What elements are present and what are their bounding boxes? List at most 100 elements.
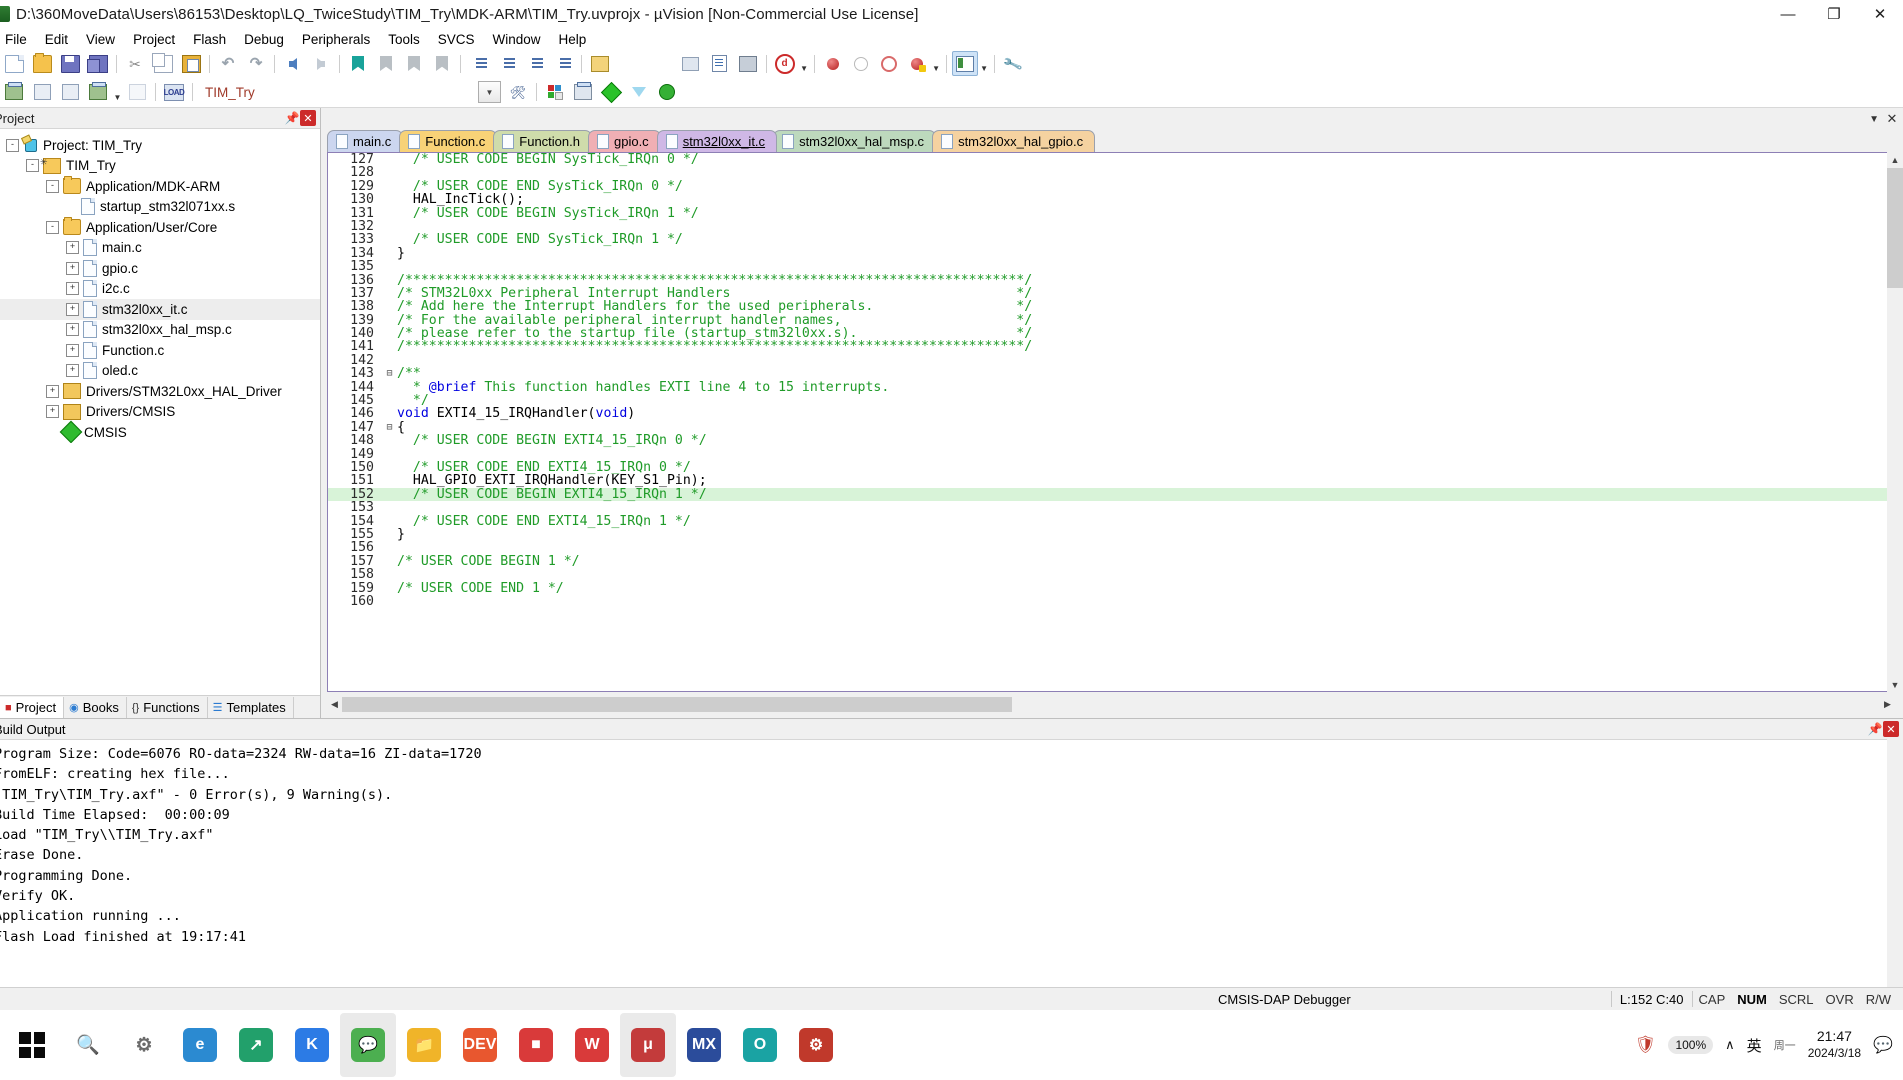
bookmark-prev-icon[interactable] — [373, 51, 399, 76]
tree-item[interactable]: + stm32l0xx_it.c — [0, 299, 320, 320]
tree-item[interactable]: - Project: TIM_Try — [0, 135, 320, 156]
tree-item[interactable]: + Drivers/STM32L0xx_HAL_Driver — [0, 381, 320, 402]
manage-windows-icon[interactable] — [951, 51, 978, 76]
scroll-down-icon[interactable]: ▼ — [1887, 677, 1903, 692]
breakpoint-disable-all-icon[interactable] — [876, 51, 902, 76]
menu-item-edit[interactable]: Edit — [36, 30, 77, 49]
menu-item-help[interactable]: Help — [550, 30, 596, 49]
code-line[interactable]: 151 HAL_GPIO_EXTI_IRQHandler(KEY_S1_Pin)… — [328, 474, 1894, 488]
menu-item-view[interactable]: View — [77, 30, 124, 49]
bookmark-clear-icon[interactable] — [429, 51, 455, 76]
edge-browser[interactable]: e — [172, 1013, 228, 1077]
ime-indicator[interactable]: 英 — [1747, 1035, 1762, 1056]
menu-item-peripherals[interactable]: Peripherals — [293, 30, 379, 49]
expand-toggle-icon[interactable]: + — [66, 302, 79, 316]
project-pane-close-icon[interactable]: ✕ — [300, 110, 316, 126]
breakpoint-kill-all-icon[interactable] — [904, 51, 930, 76]
collapse-toggle-icon[interactable]: - — [6, 138, 19, 152]
notification-icon[interactable]: 💬 — [1873, 1035, 1893, 1055]
collapse-toggle-icon[interactable]: - — [46, 179, 59, 193]
editor-horizontal-scrollbar[interactable]: ◀ ▶ — [327, 696, 1895, 712]
file-explorer[interactable]: 📁 — [396, 1013, 452, 1077]
serial-assistant[interactable]: ⚙ — [788, 1013, 844, 1077]
expand-toggle-icon[interactable]: + — [66, 364, 79, 378]
code-line[interactable]: 140 /* please refer to the startup file (… — [328, 327, 1894, 341]
expand-toggle-icon[interactable]: + — [66, 241, 79, 255]
report-icon[interactable] — [707, 51, 733, 76]
tray-caret-icon[interactable]: ∧ — [1725, 1037, 1735, 1053]
code-line[interactable]: 136 /************************************… — [328, 273, 1894, 287]
editor-vscroll-thumb[interactable] — [1887, 168, 1903, 288]
menu-item-flash[interactable]: Flash — [184, 30, 235, 49]
debug-dropdown-caret-icon[interactable]: ▼ — [799, 50, 810, 77]
tree-item[interactable]: startup_stm32l071xx.s — [0, 197, 320, 218]
editor-tab-main-c[interactable]: main.c — [327, 130, 404, 152]
hscroll-track[interactable] — [342, 696, 1880, 712]
comment-icon[interactable] — [522, 51, 548, 76]
expand-toggle-icon[interactable]: + — [46, 384, 59, 398]
scroll-right-icon[interactable]: ▶ — [1880, 696, 1895, 712]
tree-item[interactable]: + Function.c — [0, 340, 320, 361]
stm32cubemx[interactable]: MX — [676, 1013, 732, 1077]
build-output-pin-icon[interactable]: 📌 — [1867, 721, 1883, 737]
window-icon[interactable] — [678, 51, 704, 76]
project-pane-tab-books[interactable]: ◉ Books — [64, 697, 127, 718]
tree-item[interactable]: + main.c — [0, 238, 320, 259]
editor-tab-stm32l0xx-it-c[interactable]: stm32l0xx_it.c — [656, 130, 778, 152]
tree-item[interactable]: CMSIS — [0, 420, 320, 443]
find-icon[interactable] — [735, 51, 761, 76]
code-line[interactable]: 142 — [328, 353, 1894, 367]
build-output-text[interactable]: Program Size: Code=6076 RO-data=2324 RW-… — [0, 740, 1903, 947]
tree-item[interactable]: - TIM_Try — [0, 156, 320, 177]
expand-toggle-icon[interactable]: + — [66, 323, 79, 337]
project-pane-tab-project[interactable]: ■ Project — [0, 697, 65, 718]
taskbar-clock[interactable]: 21:47 2024/3/18 — [1808, 1028, 1861, 1062]
target-combo[interactable]: TIM_Try — [203, 82, 353, 102]
code-lines[interactable]: 127 /* USER CODE BEGIN SysTick_IRQn 0 */… — [328, 153, 1894, 691]
pack-installer-icon[interactable] — [570, 80, 596, 105]
code-line[interactable]: 139 /* For the available peripheral inter… — [328, 313, 1894, 327]
scroll-left-icon[interactable]: ◀ — [327, 696, 342, 712]
expand-toggle-icon[interactable]: + — [46, 405, 59, 419]
download-icon[interactable]: LOAD — [161, 80, 187, 105]
run-to-cursor-icon[interactable] — [626, 80, 652, 105]
editor-tab-gpio-c[interactable]: gpio.c — [587, 130, 661, 152]
tree-item[interactable]: + stm32l0xx_hal_msp.c — [0, 320, 320, 341]
breakpoint-dropdown-caret-icon[interactable]: ▼ — [931, 50, 942, 77]
file-transfer-app[interactable]: ↗ — [228, 1013, 284, 1077]
code-line[interactable]: 158 — [328, 568, 1894, 582]
expand-toggle-icon[interactable]: + — [66, 343, 79, 357]
menu-item-window[interactable]: Window — [483, 30, 549, 49]
code-line[interactable]: 157 /* USER CODE BEGIN 1 */ — [328, 554, 1894, 568]
tree-item[interactable]: + i2c.c — [0, 279, 320, 300]
code-editor[interactable]: 127 /* USER CODE BEGIN SysTick_IRQn 0 */… — [327, 152, 1895, 692]
rebuild-icon[interactable] — [57, 80, 83, 105]
code-line[interactable]: 148 /* USER CODE BEGIN EXTI4_15_IRQn 0 *… — [328, 434, 1894, 448]
editor-tab-function-c[interactable]: Function.c — [399, 130, 498, 152]
fold-toggle-icon[interactable]: ⊟ — [382, 367, 397, 380]
paste-icon[interactable] — [178, 51, 204, 76]
indent-icon[interactable] — [466, 51, 492, 76]
pin-icon[interactable]: 📌 — [284, 110, 300, 126]
tree-item[interactable]: + Drivers/CMSIS — [0, 402, 320, 423]
code-line[interactable]: 143 ⊟/** — [328, 367, 1894, 381]
battery-indicator[interactable]: 100% — [1668, 1036, 1714, 1054]
pack-globe-icon[interactable] — [654, 80, 680, 105]
dev-tool[interactable]: DEV — [452, 1013, 508, 1077]
code-line[interactable]: 129 /* USER CODE END SysTick_IRQn 0 */ — [328, 179, 1894, 193]
build-output-scrollbar[interactable] — [1887, 739, 1903, 1011]
code-line[interactable]: 131 /* USER CODE BEGIN SysTick_IRQn 1 */ — [328, 206, 1894, 220]
code-line[interactable]: 145 */ — [328, 394, 1894, 408]
code-line[interactable]: 160 — [328, 594, 1894, 608]
project-pane-tab-templates[interactable]: ☰ Templates — [208, 697, 294, 718]
save-all-icon[interactable] — [85, 51, 111, 76]
code-line[interactable]: 137 /* STM32L0xx Peripheral Interrupt Han… — [328, 287, 1894, 301]
security-icon[interactable]: 🛡 — [1635, 1035, 1657, 1055]
code-line[interactable]: 154 /* USER CODE END EXTI4_15_IRQn 1 */ — [328, 514, 1894, 528]
code-line[interactable]: 130 HAL_IncTick(); — [328, 193, 1894, 207]
code-line[interactable]: 128 — [328, 166, 1894, 180]
new-file-icon[interactable] — [1, 51, 27, 76]
redo-icon[interactable]: ↷ — [243, 51, 269, 76]
configure-tools-icon[interactable]: 🔧 — [1000, 51, 1026, 76]
bookmark-toggle-icon[interactable] — [345, 51, 371, 76]
